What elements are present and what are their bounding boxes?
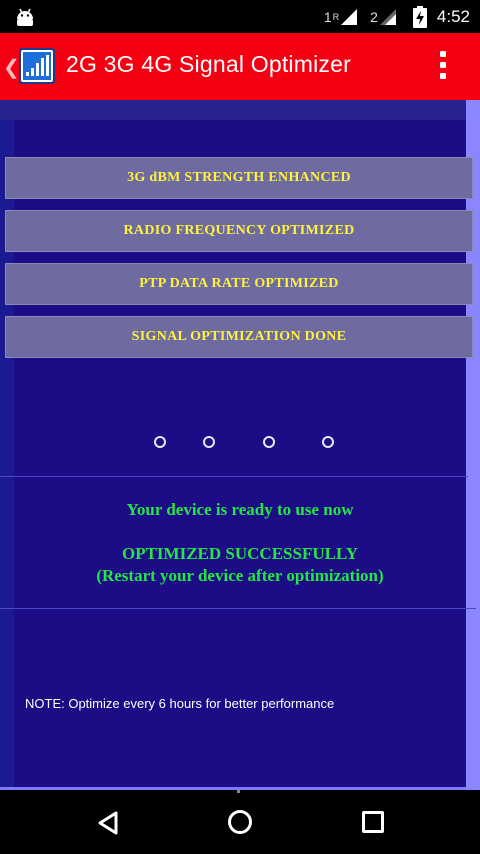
status-button-dbm[interactable]: 3G dBM STRENGTH ENHANCED xyxy=(5,157,473,199)
sim1-signal: 1R xyxy=(324,8,358,26)
navigation-bar xyxy=(0,790,480,854)
app-title: 2G 3G 4G Signal Optimizer xyxy=(66,51,351,77)
divider xyxy=(0,608,476,609)
status-button-optimization-done[interactable]: SIGNAL OPTIMIZATION DONE xyxy=(5,316,473,358)
progress-dot xyxy=(263,436,275,448)
status-bar: 1R 2 4:52 xyxy=(0,0,480,33)
success-line: OPTIMIZED SUCCESSFULLY xyxy=(121,544,359,563)
clock: 4:52 xyxy=(436,6,470,26)
nav-indicator xyxy=(237,790,240,793)
sim1-label: 1 xyxy=(323,8,332,25)
content-area: 3G dBM STRENGTH ENHANCED RADIO FREQUENCY… xyxy=(0,100,480,790)
recent-apps-square-icon[interactable] xyxy=(362,811,384,833)
android-icon xyxy=(17,8,33,26)
restart-hint: (Restart your device after optimization) xyxy=(96,566,384,585)
up-chevron-icon[interactable]: ❮ xyxy=(3,55,20,80)
back-triangle-icon[interactable] xyxy=(95,810,121,836)
battery-charging-icon xyxy=(412,5,427,28)
progress-dot xyxy=(322,436,334,448)
ready-message: Your device is ready to use now xyxy=(126,500,354,519)
action-bar: ❮ 2G 3G 4G Signal Optimizer xyxy=(0,33,480,100)
overflow-menu-icon[interactable] xyxy=(440,51,446,79)
progress-indicator xyxy=(0,436,480,454)
roaming-label: R xyxy=(332,11,340,22)
app-screen: 1R 2 4:52 ❮ 2G 3G 4G Signal Optimizer 3G… xyxy=(0,0,480,854)
success-message: OPTIMIZED SUCCESSFULLY (Restart your dev… xyxy=(0,543,480,587)
panel-top-strip xyxy=(0,100,468,120)
status-button-radio-frequency[interactable]: RADIO FREQUENCY OPTIMIZED xyxy=(5,210,473,252)
divider xyxy=(0,476,468,477)
sim2-signal: 2 xyxy=(370,8,397,26)
progress-dot xyxy=(203,436,215,448)
note-text: NOTE: Optimize every 6 hours for better … xyxy=(25,696,335,711)
status-button-ptp-data-rate[interactable]: PTP DATA RATE OPTIMIZED xyxy=(5,263,473,305)
app-signal-icon[interactable] xyxy=(19,48,55,84)
signal-icon xyxy=(379,8,396,25)
progress-dot xyxy=(154,436,166,448)
sim2-label: 2 xyxy=(370,8,378,25)
status-indicators: 1R 2 4:52 xyxy=(324,0,470,33)
home-circle-icon[interactable] xyxy=(228,810,252,834)
signal-icon xyxy=(341,8,358,25)
